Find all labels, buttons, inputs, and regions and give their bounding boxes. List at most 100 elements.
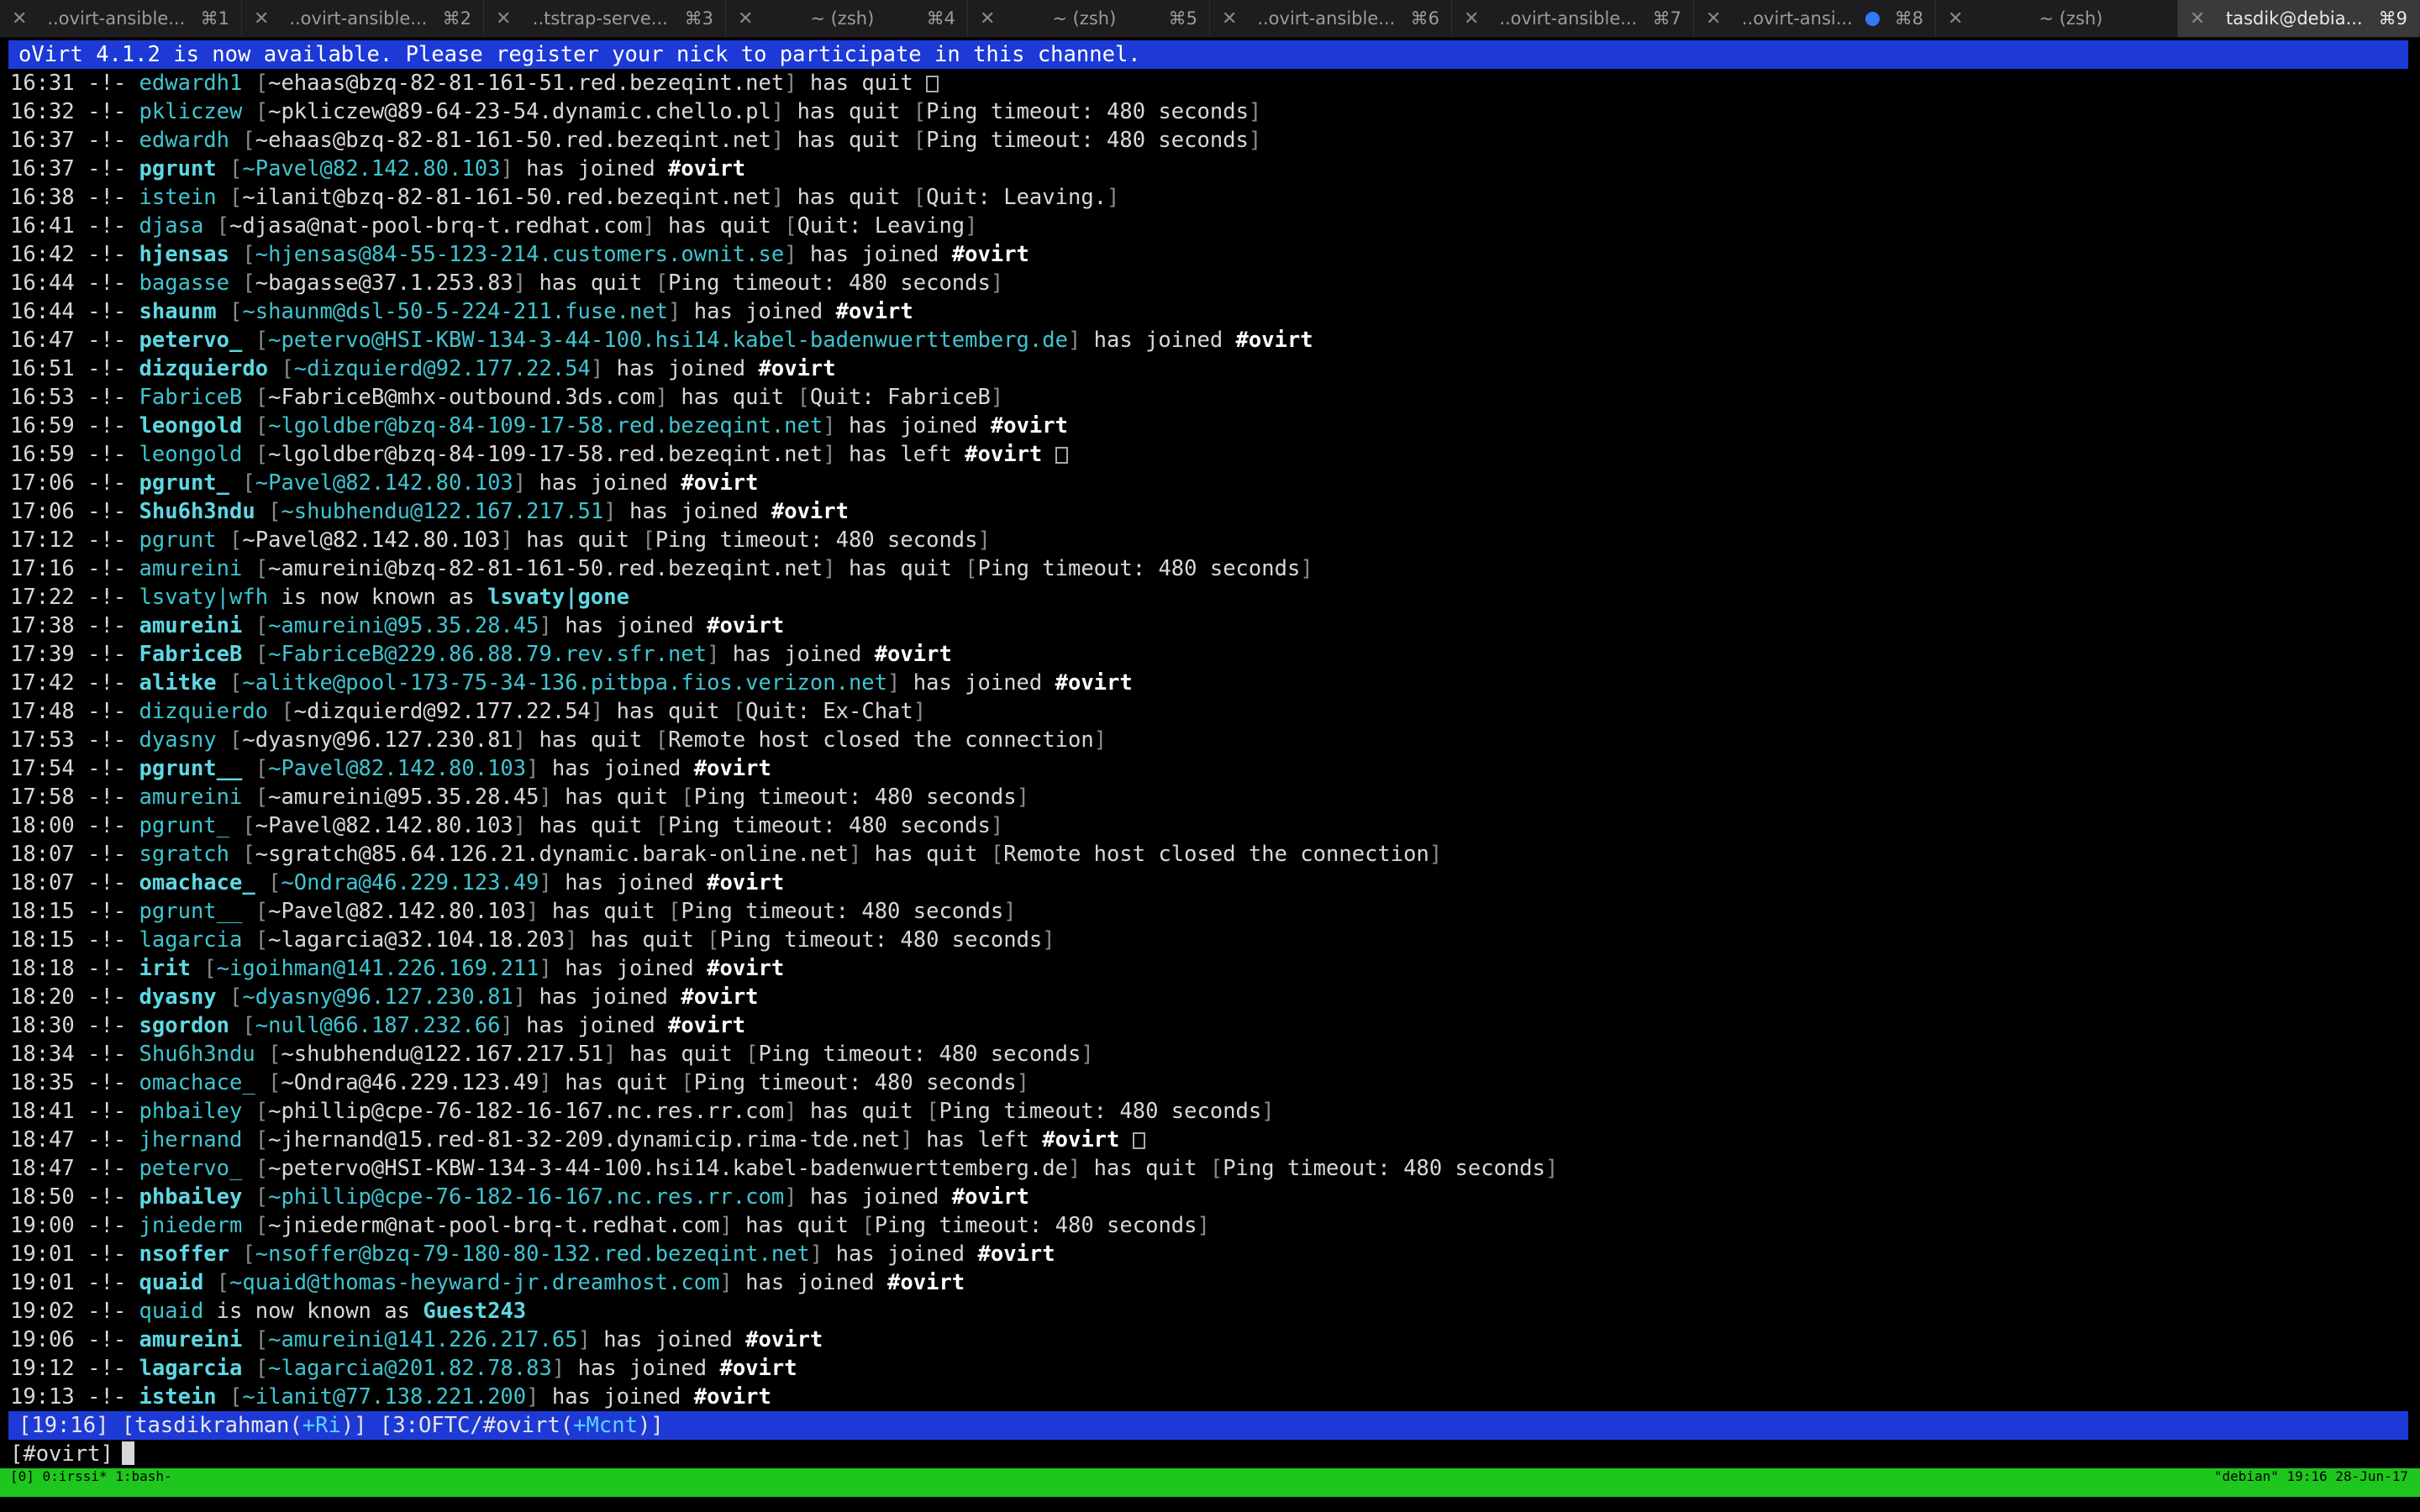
nickname[interactable]: phbailey	[139, 1184, 243, 1210]
channel-name[interactable]: #ovirt	[707, 613, 784, 638]
nickname[interactable]: sgordon	[139, 1013, 229, 1038]
nickname[interactable]: istein	[139, 185, 217, 210]
channel-name[interactable]: #ovirt	[991, 413, 1068, 438]
nickname[interactable]: petervo_	[139, 328, 243, 353]
nickname[interactable]: quaid	[139, 1270, 204, 1295]
nickname[interactable]: alitke	[139, 670, 217, 696]
channel-name[interactable]: #ovirt	[707, 870, 784, 895]
nickname[interactable]: FabriceB	[139, 642, 243, 667]
nickname[interactable]: pgrunt__	[139, 899, 243, 924]
new-nickname[interactable]: Guest243	[423, 1299, 526, 1324]
close-icon[interactable]: ✕	[980, 8, 1008, 29]
nickname[interactable]: lsvaty|wfh	[139, 585, 269, 610]
terminal-tab[interactable]: ✕ ..ovirt-ansible... ⌘1	[0, 0, 242, 37]
nickname[interactable]: FabriceB	[139, 385, 243, 410]
nickname[interactable]: dizquierdo	[139, 356, 269, 381]
nickname[interactable]: amureini	[139, 785, 243, 810]
nickname[interactable]: quaid	[139, 1299, 204, 1324]
nickname[interactable]: djasa	[139, 213, 204, 239]
nickname[interactable]: amureini	[139, 1327, 243, 1352]
terminal-tab[interactable]: ✕ ..ovirt-ansible... ⌘2	[242, 0, 484, 37]
nickname[interactable]: bagasse	[139, 270, 229, 296]
channel-name[interactable]: #ovirt	[887, 1270, 965, 1295]
channel-name[interactable]: #ovirt	[1042, 1127, 1119, 1152]
nickname[interactable]: dizquierdo	[139, 699, 269, 724]
channel-name[interactable]: #ovirt	[978, 1242, 1055, 1267]
channel-name[interactable]: #ovirt	[952, 1184, 1029, 1210]
channel-name[interactable]: #ovirt	[707, 956, 784, 981]
close-icon[interactable]: ✕	[254, 8, 282, 29]
channel-name[interactable]: #ovirt	[668, 1013, 745, 1038]
nickname[interactable]: leongold	[139, 413, 243, 438]
channel-name[interactable]: #ovirt	[694, 756, 771, 781]
user-host: ~Ondra@46.229.123.49	[281, 1070, 539, 1095]
close-icon[interactable]: ✕	[496, 8, 524, 29]
nickname[interactable]: sgratch	[139, 842, 229, 867]
close-icon[interactable]: ✕	[1948, 8, 1976, 29]
channel-name[interactable]: #ovirt	[681, 984, 758, 1010]
terminal-tab[interactable]: ✕ ..ovirt-ansi... ⌘8	[1694, 0, 1936, 37]
nickname[interactable]: istein	[139, 1384, 217, 1410]
nickname[interactable]: lagarcia	[139, 1356, 243, 1381]
terminal-tab[interactable]: ✕ ..ovirt-ansible... ⌘6	[1210, 0, 1452, 37]
irssi-input-line[interactable]: [#ovirt]	[0, 1440, 2420, 1468]
channel-name[interactable]: #ovirt	[745, 1327, 823, 1352]
new-nickname[interactable]: lsvaty|gone	[487, 585, 629, 610]
chat-line: 18:34 -!- Shu6h3ndu [~shubhendu@122.167.…	[10, 1042, 1094, 1067]
channel-name[interactable]: #ovirt	[1236, 328, 1313, 353]
terminal-window[interactable]: oVirt 4.1.2 is now available. Please reg…	[0, 40, 2420, 1512]
nickname[interactable]: pgrunt__	[139, 756, 243, 781]
nickname[interactable]: omachace_	[139, 1070, 255, 1095]
nickname[interactable]: omachace_	[139, 870, 255, 895]
chat-line: 16:44 -!- bagasse [~bagasse@37.1.253.83]…	[10, 270, 1004, 296]
nickname[interactable]: hjensas	[139, 242, 229, 267]
nickname[interactable]: Shu6h3ndu	[139, 499, 255, 524]
nickname[interactable]: shaunm	[139, 299, 217, 324]
nickname[interactable]: jhernand	[139, 1127, 243, 1152]
nickname[interactable]: amureini	[139, 556, 243, 581]
nickname[interactable]: pgrunt_	[139, 470, 229, 496]
channel-name[interactable]: #ovirt	[965, 442, 1042, 467]
channel-name[interactable]: #ovirt	[681, 470, 758, 496]
close-icon[interactable]: ✕	[1706, 8, 1734, 29]
nickname[interactable]: nsoffer	[139, 1242, 229, 1267]
nickname[interactable]: amureini	[139, 613, 243, 638]
close-icon[interactable]: ✕	[12, 8, 40, 29]
nickname[interactable]: phbailey	[139, 1099, 243, 1124]
nickname[interactable]: leongold	[139, 442, 243, 467]
channel-name[interactable]: #ovirt	[771, 499, 849, 524]
terminal-tab[interactable]: ✕ ~ (zsh)	[1936, 0, 2178, 37]
terminal-tab[interactable]: ✕ ~ (zsh) ⌘5	[968, 0, 1210, 37]
channel-name[interactable]: #ovirt	[952, 242, 1029, 267]
nickname[interactable]: edwardh1	[139, 71, 243, 96]
close-icon[interactable]: ✕	[738, 8, 766, 29]
close-icon[interactable]: ✕	[1222, 8, 1250, 29]
channel-name[interactable]: #ovirt	[1055, 670, 1133, 696]
channel-name[interactable]: #ovirt	[668, 156, 745, 181]
nickname[interactable]: pgrunt	[139, 156, 217, 181]
terminal-tab[interactable]: ✕ ..tstrap-serve... ⌘3	[484, 0, 726, 37]
nickname[interactable]: pgrunt	[139, 528, 217, 553]
timestamp: 17:48	[10, 699, 75, 724]
nickname[interactable]: petervo_	[139, 1156, 243, 1181]
terminal-tab[interactable]: ✕ ..ovirt-ansible... ⌘7	[1452, 0, 1694, 37]
channel-name[interactable]: #ovirt	[694, 1384, 771, 1410]
close-icon[interactable]: ✕	[2190, 8, 2218, 29]
nickname[interactable]: lagarcia	[139, 927, 243, 953]
channel-name[interactable]: #ovirt	[759, 356, 836, 381]
nickname[interactable]: pkliczew	[139, 99, 243, 124]
tmux-windows[interactable]: [0] 0:irssi* 1:bash-	[10, 1468, 172, 1497]
close-icon[interactable]: ✕	[1464, 8, 1492, 29]
terminal-tab[interactable]: ✕ tasdik@debia... ⌘9	[2178, 0, 2420, 37]
nickname[interactable]: dyasny	[139, 984, 217, 1010]
nickname[interactable]: jniederm	[139, 1213, 243, 1238]
channel-name[interactable]: #ovirt	[875, 642, 952, 667]
channel-name[interactable]: #ovirt	[719, 1356, 797, 1381]
nickname[interactable]: pgrunt_	[139, 813, 229, 838]
nickname[interactable]: dyasny	[139, 727, 217, 753]
nickname[interactable]: irit	[139, 956, 191, 981]
nickname[interactable]: edwardh	[139, 128, 229, 153]
channel-name[interactable]: #ovirt	[836, 299, 913, 324]
nickname[interactable]: Shu6h3ndu	[139, 1042, 255, 1067]
terminal-tab[interactable]: ✕ ~ (zsh) ⌘4	[726, 0, 968, 37]
